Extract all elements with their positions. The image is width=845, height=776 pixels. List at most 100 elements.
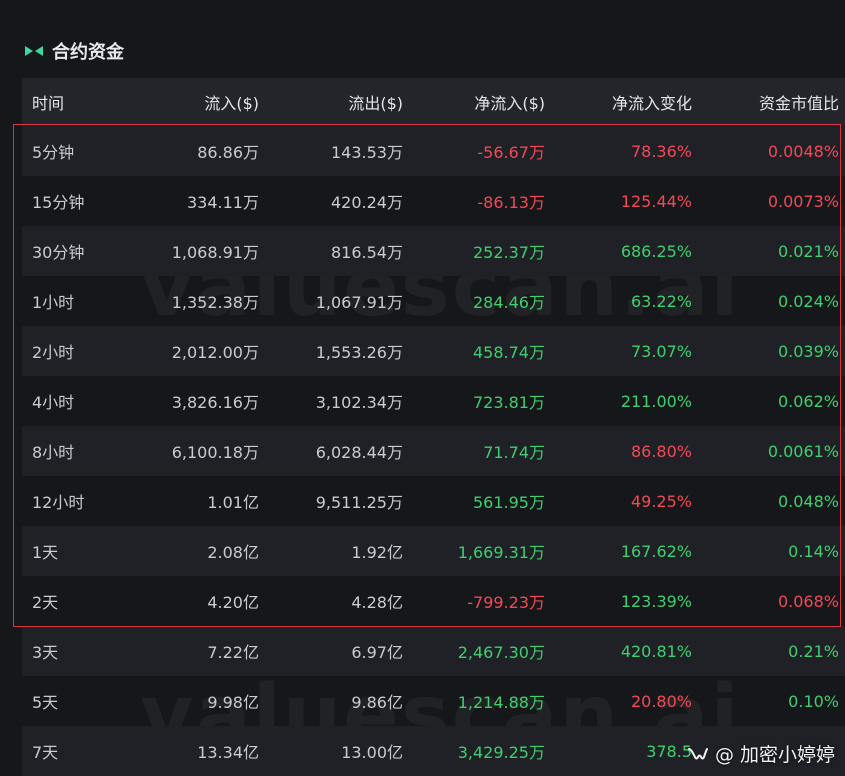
cell-time: 5分钟 [32,143,75,162]
cell-outflow: 1,553.26万 [315,343,403,362]
cell-outflow: 1,067.91万 [315,293,403,312]
table-row[interactable]: 1天 2.08亿 1.92亿 1,669.31万 167.62% 0.14% [22,526,845,576]
column-header-inflow[interactable]: 流入($) [122,90,259,114]
cell-outflow: 1.92亿 [351,543,403,562]
cell-time: 3天 [32,643,59,662]
cell-outflow: 13.00亿 [341,743,403,762]
table-row[interactable]: 12小时 1.01亿 9,511.25万 561.95万 49.25% 0.048% [22,476,845,526]
section-title: 合约资金 [52,42,124,63]
cell-net-inflow: 252.37万 [473,243,545,262]
cell-mcap-ratio: 0.14% [788,541,839,561]
cell-mcap-ratio: 0.21% [788,641,839,661]
infinity-icon [24,44,44,58]
column-header-net-inflow[interactable]: 净流入($) [403,90,545,114]
cell-net-change: 420.81% [620,641,692,661]
cell-inflow: 1,352.38万 [171,293,259,312]
cell-inflow: 1.01亿 [207,493,259,512]
cell-mcap-ratio: 0.0048% [767,141,839,161]
cell-mcap-ratio: 0.024% [777,291,839,311]
cell-net-change: 73.07% [630,341,692,361]
table-row[interactable]: 15分钟 334.11万 420.24万 -86.13万 125.44% 0.0073% [22,176,845,226]
table-row[interactable]: 30分钟 1,068.91万 816.54万 252.37万 686.25% 0.021% [22,226,845,276]
cell-inflow: 2,012.00万 [171,343,259,362]
author-name: @ 加密小婷婷 [714,744,835,766]
table-header-row: 时间 流入($) 流出($) 净流入($) 净流入变化 资金市值比 [22,78,845,126]
table-row[interactable]: 5天 9.98亿 9.86亿 1,214.88万 20.80% 0.10% [22,676,845,726]
cell-net-change: 86.80% [630,441,692,461]
cell-net-change: 49.25% [630,491,692,511]
table-row[interactable]: 8小时 6,100.18万 6,028.44万 71.74万 86.80% 0.0061% [22,426,845,476]
cell-outflow: 3,102.34万 [315,393,403,412]
column-header-net-change[interactable]: 净流入变化 [545,90,692,114]
cell-net-change: 211.00% [620,391,692,411]
cell-outflow: 9,511.25万 [315,493,403,512]
cell-mcap-ratio: 0.0061% [767,441,839,461]
cell-inflow: 2.08亿 [207,543,259,562]
column-header-outflow[interactable]: 流出($) [259,90,403,114]
cell-inflow: 1,068.91万 [171,243,259,262]
wechat-channel-icon [687,745,709,763]
table-row[interactable]: 2天 4.20亿 4.28亿 -799.23万 123.39% 0.068% [22,576,845,626]
cell-inflow: 4.20亿 [207,593,259,612]
cell-net-inflow: 2,467.30万 [457,643,545,662]
cell-time: 5天 [32,693,59,712]
column-header-time[interactable]: 时间 [22,90,122,114]
cell-inflow: 86.86万 [197,143,259,162]
cell-net-change: 123.39% [620,591,692,611]
cell-mcap-ratio: 0.068% [777,591,839,611]
cell-time: 4小时 [32,393,75,412]
cell-net-inflow: 561.95万 [473,493,545,512]
table-row[interactable]: 2小时 2,012.00万 1,553.26万 458.74万 73.07% 0.039% [22,326,845,376]
cell-time: 12小时 [32,493,85,512]
cell-mcap-ratio: 0.021% [777,241,839,261]
table-row[interactable]: 4小时 3,826.16万 3,102.34万 723.81万 211.00% 0.062… [22,376,845,426]
cell-inflow: 7.22亿 [207,643,259,662]
cell-time: 1天 [32,543,59,562]
cell-net-inflow: 284.46万 [473,293,545,312]
cell-time: 15分钟 [32,193,85,212]
cell-time: 1小时 [32,293,75,312]
cell-outflow: 816.54万 [331,243,403,262]
cell-net-change: 20.80% [630,691,692,711]
cell-outflow: 6.97亿 [351,643,403,662]
cell-net-inflow: -56.67万 [477,143,545,162]
cell-net-inflow: -799.23万 [467,593,545,612]
cell-time: 2小时 [32,343,75,362]
cell-outflow: 143.53万 [331,143,403,162]
cell-inflow: 334.11万 [187,193,259,212]
cell-net-change: 378.5 [646,741,692,761]
cell-net-inflow: 458.74万 [473,343,545,362]
cell-mcap-ratio: 0.10% [788,691,839,711]
cell-mcap-ratio: 0.0073% [767,191,839,211]
cell-outflow: 4.28亿 [351,593,403,612]
section-header: 合约资金 [24,36,124,66]
cell-inflow: 6,100.18万 [171,443,259,462]
table-row[interactable]: 1小时 1,352.38万 1,067.91万 284.46万 63.22% 0.024% [22,276,845,326]
cell-net-change: 125.44% [620,191,692,211]
cell-inflow: 9.98亿 [207,693,259,712]
cell-inflow: 3,826.16万 [171,393,259,412]
cell-time: 8小时 [32,443,75,462]
cell-outflow: 6,028.44万 [315,443,403,462]
cell-time: 2天 [32,593,59,612]
cell-net-change: 167.62% [620,541,692,561]
table-row[interactable]: 5分钟 86.86万 143.53万 -56.67万 78.36% 0.0048% [22,126,845,176]
cell-mcap-ratio: 0.039% [777,341,839,361]
cell-net-change: 686.25% [620,241,692,261]
table-row[interactable]: 3天 7.22亿 6.97亿 2,467.30万 420.81% 0.21% [22,626,845,676]
cell-time: 30分钟 [32,243,85,262]
cell-net-inflow: 723.81万 [473,393,545,412]
column-header-mcap-ratio[interactable]: 资金市值比 [692,90,839,114]
cell-outflow: 9.86亿 [351,693,403,712]
contract-funds-table: 时间 流入($) 流出($) 净流入($) 净流入变化 资金市值比 5分钟 86.… [22,78,845,776]
cell-net-change: 78.36% [630,141,692,161]
cell-net-inflow: 1,669.31万 [457,543,545,562]
cell-outflow: 420.24万 [331,193,403,212]
cell-time: 7天 [32,743,59,762]
cell-net-inflow: -86.13万 [477,193,545,212]
author-credit: @ 加密小婷婷 [687,740,835,767]
cell-net-inflow: 3,429.25万 [457,743,545,762]
cell-net-inflow: 71.74万 [483,443,545,462]
cell-mcap-ratio: 0.062% [777,391,839,411]
cell-net-inflow: 1,214.88万 [457,693,545,712]
